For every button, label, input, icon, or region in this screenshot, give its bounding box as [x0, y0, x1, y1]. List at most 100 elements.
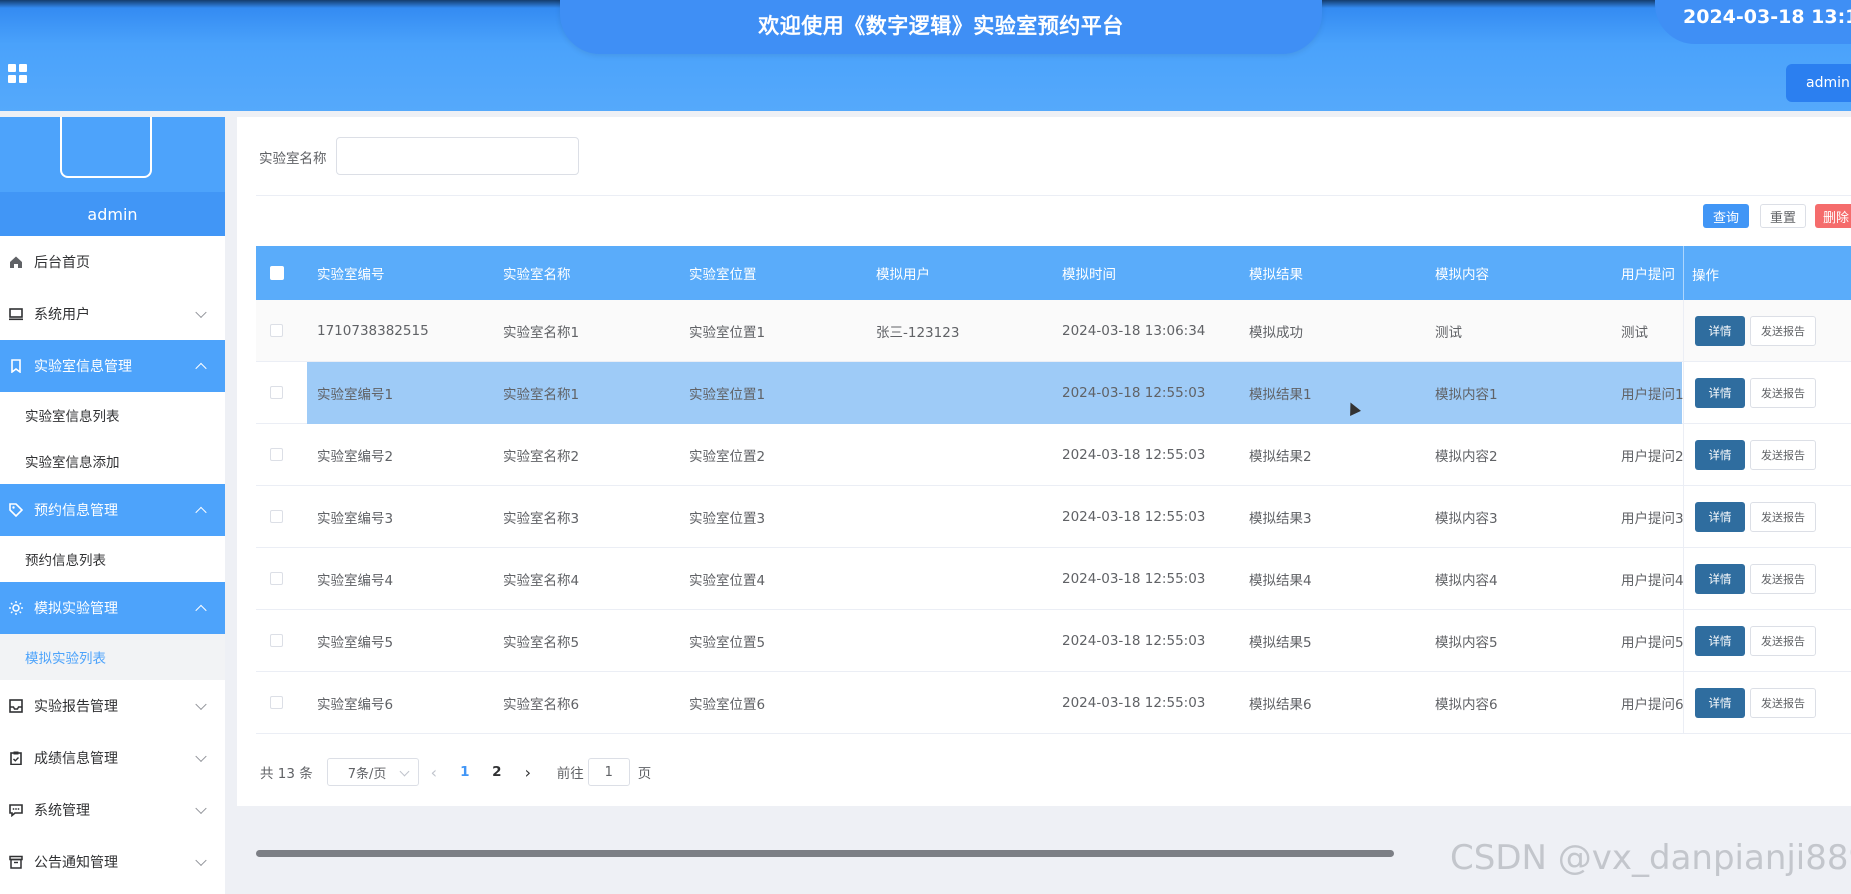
detail-button[interactable]: 详情 — [1695, 316, 1745, 346]
table-cell: 用户提问4 — [1621, 572, 1684, 589]
detail-button[interactable]: 详情 — [1695, 502, 1745, 532]
table-row[interactable]: 实验室编号4 实验室名称4 实验室位置4 2024-03-18 12:55:03 模拟结… — [256, 548, 1851, 610]
table-cell: 实验室名称4 — [503, 572, 580, 589]
datetime-banner: 2024-03-18 13:11: — [1655, 0, 1851, 44]
send-report-button[interactable]: 发送报告 — [1750, 440, 1816, 470]
table-row[interactable]: 实验室编号6 实验室名称6 实验室位置6 2024-03-18 12:55:03 模拟结… — [256, 672, 1851, 734]
query-button[interactable]: 查询 — [1703, 204, 1749, 228]
sidebar-item-label: 后台首页 — [34, 255, 90, 271]
table-cell: 实验室位置6 — [689, 696, 766, 713]
row-actions: 详情 发送报告 — [1683, 610, 1851, 671]
row-checkbox[interactable] — [270, 696, 283, 709]
send-report-button[interactable]: 发送报告 — [1750, 502, 1816, 532]
sidebar-subitem-reservation-list[interactable]: 预约信息列表 — [0, 536, 225, 582]
row-checkbox[interactable] — [270, 510, 283, 523]
table-cell: 模拟结果4 — [1249, 572, 1312, 589]
sidebar-item-home[interactable]: 后台首页 — [0, 236, 225, 288]
prev-page-icon[interactable]: ‹ — [419, 763, 449, 782]
sidebar-item-lab-info[interactable]: 实验室信息管理 — [0, 340, 225, 392]
table-cell: 测试 — [1621, 324, 1648, 341]
table-cell: 2024-03-18 12:55:03 — [1062, 508, 1206, 525]
sidebar-item-system-users[interactable]: 系统用户 — [0, 288, 225, 340]
send-report-button[interactable]: 发送报告 — [1750, 378, 1816, 408]
column-header: 模拟结果 — [1249, 267, 1303, 283]
user-menu-button[interactable]: admin — [1786, 64, 1851, 102]
row-actions: 详情 发送报告 — [1683, 486, 1851, 547]
send-report-button[interactable]: 发送报告 — [1750, 626, 1816, 656]
page-size-value: 7条/页 — [347, 766, 387, 782]
detail-button[interactable]: 详情 — [1695, 626, 1745, 656]
row-checkbox[interactable] — [270, 634, 283, 647]
delete-button[interactable]: 删除 — [1815, 204, 1851, 228]
table-row[interactable]: 实验室编号1 实验室名称1 实验室位置1 2024-03-18 12:55:03 模拟结… — [256, 362, 1851, 424]
detail-button[interactable]: 详情 — [1695, 564, 1745, 594]
sidebar-item-label: 预约信息管理 — [34, 503, 118, 519]
goto-page-input[interactable]: 1 — [587, 758, 630, 786]
lab-name-search-input[interactable] — [336, 137, 579, 175]
table-cell: 实验室编号5 — [317, 634, 394, 651]
sidebar-item-notices[interactable]: 公告通知管理 — [0, 836, 225, 888]
send-report-button[interactable]: 发送报告 — [1750, 564, 1816, 594]
column-header: 模拟时间 — [1062, 267, 1116, 283]
pagination: 共 13 条 7条/页 ‹ 1 2 › 前往 1 页 — [260, 757, 651, 787]
sidebar-subitem-lab-add[interactable]: 实验室信息添加 — [0, 438, 225, 484]
table-row[interactable]: 实验室编号5 实验室名称5 实验室位置5 2024-03-18 12:55:03 模拟结… — [256, 610, 1851, 672]
search-label: 实验室名称 — [259, 151, 327, 167]
sidebar-item-simulation[interactable]: 模拟实验管理 — [0, 582, 225, 634]
detail-button[interactable]: 详情 — [1695, 688, 1745, 718]
table-cell: 张三-123123 — [876, 324, 960, 341]
content-panel: 实验室名称 查询 重置 删除 实验室编号 实验室名称 实验室位置 模拟用户 模拟… — [237, 117, 1851, 857]
table-cell: 实验室名称6 — [503, 696, 580, 713]
table-cell: 2024-03-18 12:55:03 — [1062, 570, 1206, 587]
message-icon — [9, 803, 23, 817]
page-number[interactable]: 2 — [481, 764, 513, 780]
row-checkbox[interactable] — [270, 572, 283, 585]
page-number[interactable]: 1 — [449, 764, 481, 780]
table-cell: 测试 — [1435, 324, 1462, 341]
sidebar-item-label: 系统管理 — [34, 803, 90, 819]
avatar — [60, 117, 152, 178]
sidebar-item-lab-report[interactable]: 实验报告管理 — [0, 680, 225, 732]
table-cell: 模拟结果5 — [1249, 634, 1312, 651]
chevron-up-icon — [195, 362, 207, 375]
sidebar-subitem-lab-list[interactable]: 实验室信息列表 — [0, 392, 225, 438]
send-report-button[interactable]: 发送报告 — [1750, 316, 1816, 346]
scrollbar-thumb[interactable] — [256, 850, 1394, 857]
chevron-up-icon — [195, 604, 207, 617]
table-cell: 用户提问1 — [1621, 386, 1684, 403]
archive-icon — [9, 855, 23, 869]
send-report-button[interactable]: 发送报告 — [1750, 688, 1816, 718]
table-row[interactable]: 实验室编号3 实验室名称3 实验室位置3 2024-03-18 12:55:03 模拟结… — [256, 486, 1851, 548]
goto-label: 前往 — [556, 766, 584, 782]
select-all-checkbox[interactable] — [270, 266, 284, 280]
sidebar-item-reservation[interactable]: 预约信息管理 — [0, 484, 225, 536]
next-page-icon[interactable]: › — [513, 763, 543, 782]
sidebar-subitem-simulation-list[interactable]: 模拟实验列表 — [0, 634, 225, 680]
menu-grid-icon[interactable] — [8, 64, 27, 83]
table-cell: 1710738382515 — [317, 322, 429, 339]
detail-button[interactable]: 详情 — [1695, 378, 1745, 408]
sidebar-item-label: 公告通知管理 — [34, 855, 118, 871]
row-checkbox[interactable] — [270, 448, 283, 461]
column-header: 操作 — [1692, 268, 1719, 284]
detail-button[interactable]: 详情 — [1695, 440, 1745, 470]
chevron-down-icon — [195, 802, 207, 815]
page-size-select[interactable]: 7条/页 — [326, 758, 419, 786]
table-cell: 实验室名称1 — [503, 324, 580, 341]
table-cell: 实验室位置4 — [689, 572, 766, 589]
sidebar-item-grades[interactable]: 成绩信息管理 — [0, 732, 225, 784]
avatar-area — [0, 117, 225, 192]
sidebar-username: admin — [0, 192, 225, 236]
table-row[interactable]: 1710738382515 实验室名称1 实验室位置1 张三-123123 2024-0… — [256, 300, 1851, 362]
table-cell: 实验室编号2 — [317, 448, 394, 465]
total-count: 共 13 条 — [260, 766, 313, 782]
sidebar-item-label: 模拟实验管理 — [34, 601, 118, 617]
table-cell: 实验室编号3 — [317, 510, 394, 527]
table-row[interactable]: 实验室编号2 实验室名称2 实验室位置2 2024-03-18 12:55:03 模拟结… — [256, 424, 1851, 486]
row-checkbox[interactable] — [270, 324, 283, 337]
table-cell: 模拟结果2 — [1249, 448, 1312, 465]
row-checkbox[interactable] — [270, 386, 283, 399]
data-table: 实验室编号 实验室名称 实验室位置 模拟用户 模拟时间 模拟结果 模拟内容 用户… — [256, 246, 1851, 734]
reset-button[interactable]: 重置 — [1760, 204, 1806, 228]
sidebar-item-system-admin[interactable]: 系统管理 — [0, 784, 225, 836]
